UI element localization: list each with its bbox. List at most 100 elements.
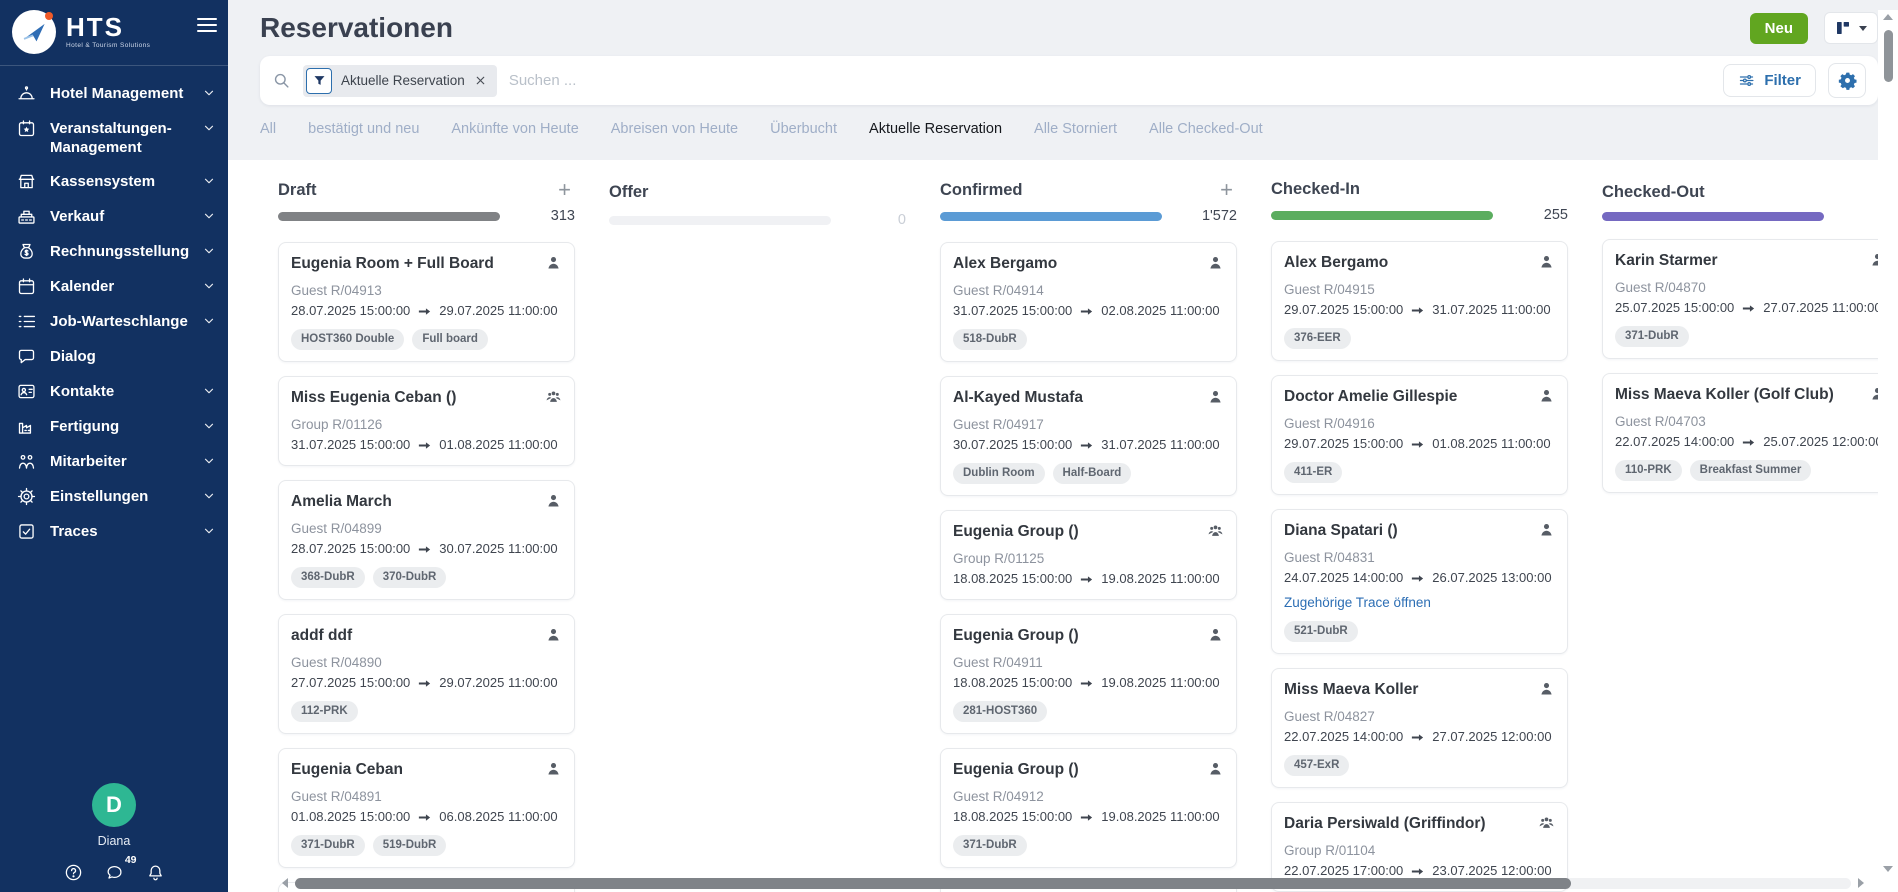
sidebar-item-veranstaltungen-management[interactable]: Veranstaltungen-Management: [0, 111, 228, 164]
sidebar-item-kalender[interactable]: Kalender: [0, 269, 228, 304]
scroll-right-arrow[interactable]: [1858, 878, 1864, 888]
main-content: Reservationen Neu Aktuelle Reservation: [228, 0, 1898, 892]
card-checkin-datetime: 22.07.2025 14:00:00: [1615, 433, 1734, 451]
settings-gear-button[interactable]: [1828, 63, 1866, 98]
tab-alle-checked-out[interactable]: Alle Checked-Out: [1149, 121, 1263, 148]
reservation-card[interactable]: Miss Maeva Koller (Golf Club)Guest R/047…: [1602, 373, 1898, 493]
sidebar-item-dialog[interactable]: Dialog: [0, 339, 228, 374]
sidebar-item-hotel-management[interactable]: Hotel Management: [0, 76, 228, 111]
sliders-icon: [1738, 72, 1755, 89]
reservation-card[interactable]: addf ddfGuest R/0489027.07.2025 15:00:00…: [278, 614, 575, 734]
filter-chip-label: Aktuelle Reservation: [341, 73, 465, 88]
scroll-left-arrow[interactable]: [282, 878, 288, 888]
sidebar-item-einstellungen[interactable]: Einstellungen: [0, 479, 228, 514]
room-tag: Breakfast Summer: [1690, 460, 1812, 481]
close-icon[interactable]: [474, 74, 487, 87]
reservation-card[interactable]: Al-Kayed MustafaGuest R/0491730.07.2025 …: [940, 376, 1237, 496]
reservation-card[interactable]: Miss Maeva KollerGuest R/0482722.07.2025…: [1271, 668, 1568, 788]
tab-abreisen-von-heute[interactable]: Abreisen von Heute: [611, 121, 738, 148]
column-count: 313: [512, 208, 575, 224]
card-guest-name: Miss Eugenia Ceban (): [291, 388, 456, 407]
tab-all[interactable]: All: [260, 121, 276, 148]
tab-berbucht[interactable]: Überbucht: [770, 121, 837, 148]
column-progress-bar: [1271, 211, 1493, 220]
card-checkout-datetime: 31.07.2025 11:00:00: [1432, 301, 1550, 319]
active-filter-chip[interactable]: Aktuelle Reservation: [303, 65, 497, 97]
add-card-button[interactable]: +: [1216, 180, 1237, 200]
group-icon: [1207, 522, 1224, 539]
card-checkout-datetime: 06.08.2025 11:00:00: [439, 808, 557, 826]
user-avatar[interactable]: D: [92, 783, 136, 827]
card-reference: Group R/01104: [1284, 842, 1555, 860]
reservation-card[interactable]: Alex BergamoGuest R/0491529.07.2025 15:0…: [1271, 241, 1568, 361]
card-guest-name: Amelia March: [291, 492, 392, 511]
reservation-card[interactable]: Diana Spatari ()Guest R/0483124.07.2025 …: [1271, 509, 1568, 654]
tab-best-tigt-und-neu[interactable]: bestätigt und neu: [308, 121, 419, 148]
arrow-right-icon: [1079, 572, 1094, 587]
column-progress-bar: [278, 212, 500, 221]
horizontal-scroll-track[interactable]: [295, 878, 1851, 889]
card-checkout-datetime: 30.07.2025 11:00:00: [439, 540, 557, 558]
card-checkin-datetime: 30.07.2025 15:00:00: [953, 436, 1072, 454]
sidebar-item-kontakte[interactable]: Kontakte: [0, 374, 228, 409]
scroll-down-arrow[interactable]: [1883, 866, 1893, 872]
sidebar-item-kassensystem[interactable]: Kassensystem: [0, 164, 228, 199]
card-tags: 376-EER: [1284, 328, 1555, 349]
card-reference: Group R/01126: [291, 416, 562, 434]
reservation-card[interactable]: Miss Eugenia Ceban ()Group R/0112631.07.…: [278, 376, 575, 466]
vertical-scroll-thumb[interactable]: [1884, 30, 1893, 82]
reservation-card[interactable]: Karin StarmerGuest R/0487025.07.2025 15:…: [1602, 239, 1898, 359]
tab-ank-nfte-von-heute[interactable]: Ankünfte von Heute: [451, 121, 578, 148]
app-logo: HTS Hotel & Tourism Solutions: [0, 0, 228, 66]
room-tag: 411-ER: [1284, 462, 1342, 483]
card-checkout-datetime: 19.08.2025 11:00:00: [1101, 808, 1219, 826]
card-dates: 18.08.2025 15:00:0019.08.2025 11:00:00: [953, 674, 1224, 692]
open-trace-link[interactable]: Zugehörige Trace öffnen: [1284, 594, 1555, 612]
tab-alle-storniert[interactable]: Alle Storniert: [1034, 121, 1117, 148]
reservation-card[interactable]: Eugenia CebanGuest R/0489101.08.2025 15:…: [278, 748, 575, 868]
view-switcher-button[interactable]: [1824, 12, 1878, 44]
chat-bubble-icon: [16, 346, 37, 367]
reservation-card[interactable]: Doctor Amelie GillespieGuest R/0491629.0…: [1271, 375, 1568, 495]
filter-button[interactable]: Filter: [1723, 64, 1816, 97]
group-icon: [545, 388, 562, 405]
sidebar-item-label: Verkauf: [50, 206, 189, 226]
chevron-down-icon: [202, 86, 216, 100]
reservation-card[interactable]: Eugenia Group ()Group R/0112518.08.2025 …: [940, 510, 1237, 600]
arrow-right-icon: [1410, 571, 1425, 586]
help-icon[interactable]: [64, 863, 83, 882]
menu-toggle-icon[interactable]: [197, 14, 217, 36]
card-guest-name: Karin Starmer: [1615, 251, 1718, 270]
chat-icon[interactable]: 49: [105, 863, 124, 882]
bell-icon[interactable]: [146, 863, 165, 882]
reservation-card[interactable]: Eugenia Room + Full BoardGuest R/0491328…: [278, 242, 575, 362]
room-tag: 370-DubR: [373, 567, 447, 588]
sidebar-item-traces[interactable]: Traces: [0, 514, 228, 549]
reservation-card[interactable]: Alex BergamoGuest R/0491431.07.2025 15:0…: [940, 242, 1237, 362]
sidebar-item-mitarbeiter[interactable]: Mitarbeiter: [0, 444, 228, 479]
sidebar-item-rechnungsstellung[interactable]: Rechnungsstellung: [0, 234, 228, 269]
horizontal-scroll-thumb[interactable]: [295, 878, 1571, 889]
new-reservation-button[interactable]: Neu: [1750, 13, 1808, 44]
card-checkin-datetime: 22.07.2025 14:00:00: [1284, 728, 1403, 746]
search-input[interactable]: [509, 72, 1711, 89]
chevron-down-icon: [202, 279, 216, 293]
reservation-card[interactable]: Eugenia Group ()Guest R/0491118.08.2025 …: [940, 614, 1237, 734]
card-dates: 29.07.2025 15:00:0001.08.2025 11:00:00: [1284, 435, 1555, 453]
reservation-card[interactable]: Amelia MarchGuest R/0489928.07.2025 15:0…: [278, 480, 575, 600]
funnel-icon: [306, 68, 332, 94]
tab-aktuelle-reservation[interactable]: Aktuelle Reservation: [869, 121, 1002, 148]
card-reference: Guest R/04913: [291, 282, 562, 300]
sidebar-item-label: Kalender: [50, 276, 189, 296]
search-icon: [272, 71, 291, 90]
sidebar-item-job-warteschlange[interactable]: Job-Warteschlange: [0, 304, 228, 339]
sidebar-item-verkauf[interactable]: Verkauf: [0, 199, 228, 234]
scroll-up-arrow[interactable]: [1883, 14, 1893, 20]
add-card-button[interactable]: +: [554, 180, 575, 200]
reservation-card[interactable]: Eugenia Group ()Guest R/0491218.08.2025 …: [940, 748, 1237, 868]
sidebar-item-fertigung[interactable]: Fertigung: [0, 409, 228, 444]
room-tag: 521-DubR: [1284, 621, 1358, 642]
card-checkin-datetime: 18.08.2025 15:00:00: [953, 808, 1072, 826]
room-tag: 457-ExR: [1284, 755, 1349, 776]
person-icon: [1207, 388, 1224, 405]
